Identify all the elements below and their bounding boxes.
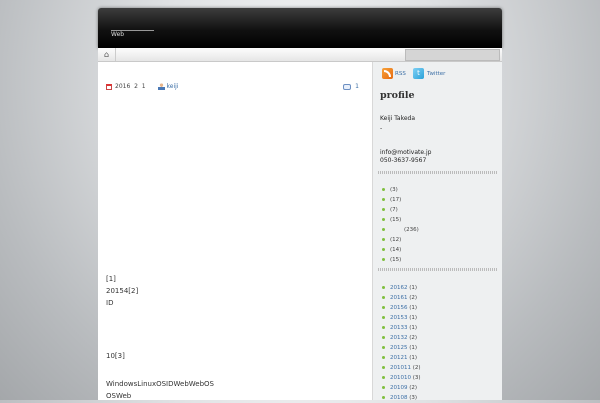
main-content: 2016 2 1 keiji 1 [1] 20154[2] ID 10[3] Wi…	[98, 62, 372, 400]
site-header: Web	[98, 8, 502, 48]
category-item[interactable]: (14)	[382, 245, 419, 255]
profile-phone: 050-3637-9567	[380, 157, 427, 164]
bullet-icon	[382, 286, 385, 289]
bullet-icon	[382, 306, 385, 309]
comment-icon	[343, 83, 352, 90]
archive-item[interactable]: 20156 (1)	[382, 303, 421, 313]
bullet-icon	[382, 396, 385, 399]
profile-email: info@motivate.jp	[380, 149, 432, 156]
category-item[interactable]: (15)	[382, 215, 419, 225]
profile-heading: profile	[380, 90, 415, 101]
calendar-icon	[106, 83, 112, 90]
bullet-icon	[382, 218, 385, 221]
comment-count: 1	[355, 83, 359, 90]
search-input[interactable]	[405, 49, 500, 61]
user-icon	[157, 83, 165, 90]
post-line: [1]	[106, 275, 116, 283]
bullet-icon	[382, 248, 385, 251]
category-item[interactable]: (15)	[382, 255, 419, 265]
bullet-icon	[382, 376, 385, 379]
archive-item[interactable]: 201011 (2)	[382, 363, 421, 373]
bullet-icon	[382, 296, 385, 299]
twitter-link[interactable]: Twitter	[427, 71, 445, 77]
archive-item[interactable]: 20153 (1)	[382, 313, 421, 323]
bullet-icon	[382, 316, 385, 319]
nav-separator	[115, 48, 116, 61]
bullet-icon	[382, 366, 385, 369]
bullet-icon	[382, 386, 385, 389]
post-line: ID	[106, 299, 114, 307]
nav-bar: ⌂	[98, 48, 502, 62]
archive-list: 20162 (1) 20161 (2) 20156 (1) 20153 (1) …	[382, 283, 421, 403]
bullet-icon	[382, 228, 385, 231]
post-line: 10[3]	[106, 352, 125, 360]
archive-item[interactable]: 20161 (2)	[382, 293, 421, 303]
sidebar: RSS t Twitter profile Keiji Takeda - inf…	[372, 62, 502, 403]
archive-item[interactable]: 20109 (2)	[382, 383, 421, 393]
post-line: OSWeb	[106, 392, 132, 400]
sidebar-divider	[378, 268, 498, 271]
bullet-icon	[382, 238, 385, 241]
twitter-icon[interactable]: t	[413, 68, 424, 79]
site-description: Web	[111, 31, 125, 38]
post-date: 2016 2 1	[115, 83, 146, 90]
archive-item[interactable]: 201010 (3)	[382, 373, 421, 383]
archive-item[interactable]: 20108 (3)	[382, 393, 421, 403]
archive-item[interactable]: 20125 (1)	[382, 343, 421, 353]
home-icon[interactable]: ⌂	[102, 50, 111, 59]
archive-item[interactable]: 20162 (1)	[382, 283, 421, 293]
sidebar-divider	[378, 171, 498, 174]
profile-dash: -	[380, 125, 383, 132]
bullet-icon	[382, 188, 385, 191]
rss-icon[interactable]	[382, 68, 393, 79]
post-line: WindowsLinuxOSIDWebWebOS	[106, 380, 214, 388]
post-author-link[interactable]: keiji	[167, 83, 179, 90]
bullet-icon	[382, 346, 385, 349]
category-item[interactable]: (12)	[382, 235, 419, 245]
rss-link[interactable]: RSS	[395, 71, 406, 77]
category-item[interactable]: (236)	[382, 225, 419, 235]
archive-item[interactable]: 20132 (2)	[382, 333, 421, 343]
post-line: 20154[2]	[106, 287, 139, 295]
category-list: (3) (17) (7) (15) (236) (12) (14) (15)	[382, 185, 419, 265]
bullet-icon	[382, 326, 385, 329]
profile-name: Keiji Takeda	[380, 115, 416, 122]
category-item[interactable]: (7)	[382, 205, 419, 215]
bullet-icon	[382, 258, 385, 261]
archive-item[interactable]: 20133 (1)	[382, 323, 421, 333]
category-item[interactable]: (3)	[382, 185, 419, 195]
category-item[interactable]: (17)	[382, 195, 419, 205]
bullet-icon	[382, 336, 385, 339]
bullet-icon	[382, 208, 385, 211]
bullet-icon	[382, 356, 385, 359]
bullet-icon	[382, 198, 385, 201]
comment-link[interactable]: 1	[343, 83, 359, 90]
archive-item[interactable]: 20121 (1)	[382, 353, 421, 363]
post-meta: 2016 2 1 keiji	[106, 83, 179, 90]
